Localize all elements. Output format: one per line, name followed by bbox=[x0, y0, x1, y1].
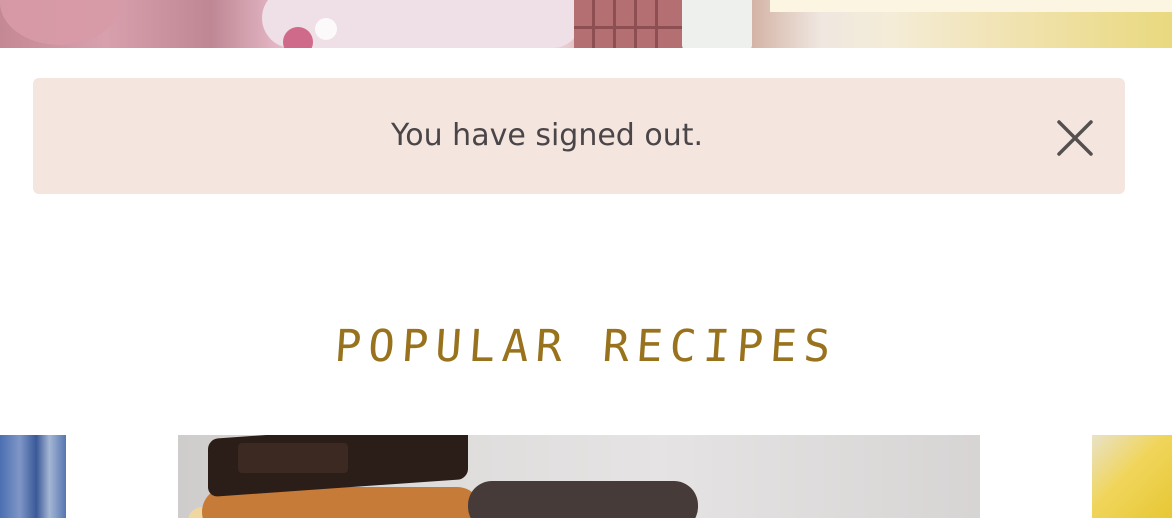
hero-decoration bbox=[682, 0, 752, 48]
signed-out-alert: You have signed out. bbox=[33, 78, 1125, 194]
recipe-card-image-next[interactable] bbox=[1092, 435, 1172, 518]
hero-chocolate-bar bbox=[574, 0, 684, 48]
hero-decoration bbox=[0, 0, 120, 45]
hero-decoration bbox=[315, 18, 337, 40]
recipe-image-detail bbox=[468, 481, 698, 518]
alert-message: You have signed out. bbox=[390, 118, 704, 153]
close-icon[interactable] bbox=[1053, 116, 1097, 160]
recipe-card-image[interactable] bbox=[178, 435, 980, 518]
hero-panel bbox=[770, 0, 1172, 12]
section-title: POPULAR RECIPES bbox=[333, 320, 839, 372]
recipe-image-detail bbox=[238, 443, 348, 473]
alert-close-button[interactable] bbox=[1053, 116, 1097, 160]
hero-banner-image bbox=[0, 0, 1172, 48]
recipe-card-image-prev[interactable] bbox=[0, 435, 66, 518]
